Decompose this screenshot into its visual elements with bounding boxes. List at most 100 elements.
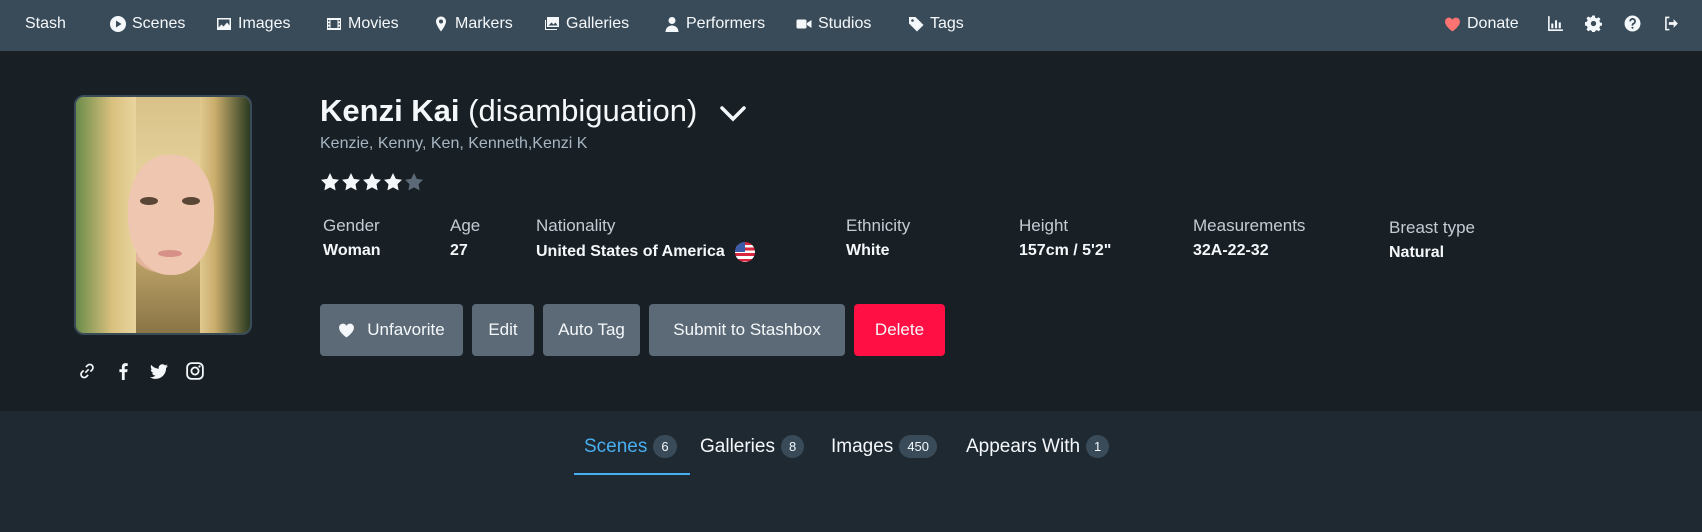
heart-icon <box>339 323 355 337</box>
play-circle-icon <box>110 16 126 32</box>
performer-header: Kenzi Kai (disambiguation) Kenzie, Kenny… <box>0 51 1702 411</box>
detail-key: Age <box>450 216 481 235</box>
detail-key: Measurements <box>1193 216 1306 235</box>
auto-tag-button[interactable]: Auto Tag <box>543 304 640 356</box>
nav-label: Studios <box>818 15 872 32</box>
nav-movies[interactable]: Movies <box>326 15 399 33</box>
star-filled-icon[interactable] <box>383 172 403 192</box>
nav-scenes[interactable]: Scenes <box>110 15 185 33</box>
nav-label: Galleries <box>566 15 630 32</box>
detail-height: Height 157cm / 5'2" <box>1019 216 1111 260</box>
stats-button[interactable] <box>1547 15 1564 32</box>
detail-key: Gender <box>323 216 380 235</box>
nav-galleries[interactable]: Galleries <box>544 15 629 33</box>
map-marker-icon <box>436 16 446 32</box>
image-mouth <box>158 250 182 257</box>
star-filled-icon[interactable] <box>362 172 382 192</box>
tab-count-badge: 450 <box>899 435 938 458</box>
nav-images[interactable]: Images <box>216 15 290 33</box>
donate-label: Donate <box>1467 15 1519 32</box>
detail-nationality: Nationality United States of America <box>536 216 755 262</box>
tab-appears-with[interactable]: Appears With 1 <box>966 435 1110 458</box>
star-filled-icon[interactable] <box>320 172 340 192</box>
star-filled-icon[interactable] <box>341 172 361 192</box>
performer-name-heading: Kenzi Kai (disambiguation) <box>320 93 746 131</box>
images-icon <box>545 17 559 30</box>
expand-details-button[interactable] <box>720 95 746 131</box>
performer-disambiguation: (disambiguation) <box>468 93 698 128</box>
detail-value: 157cm / 5'2" <box>1019 242 1112 259</box>
detail-key: Ethnicity <box>846 216 911 235</box>
image-face <box>128 155 214 275</box>
tab-count-badge: 8 <box>780 435 805 458</box>
tag-icon <box>909 17 924 32</box>
performer-image[interactable] <box>74 95 252 335</box>
nav-label: Movies <box>348 15 399 32</box>
nav-label: Scenes <box>132 15 186 32</box>
tab-images[interactable]: Images 450 <box>831 435 938 458</box>
image-eye-right <box>182 197 200 205</box>
tab-count-badge: 1 <box>1086 435 1110 458</box>
image-hair-left <box>76 97 136 333</box>
film-icon <box>327 18 341 30</box>
detail-key: Height <box>1019 216 1069 235</box>
performer-tabs: Scenes 6 Galleries 8 Images 450 Appears … <box>0 411 1702 532</box>
nav-label: Performers <box>686 15 766 32</box>
unfavorite-label: Unfavorite <box>367 320 445 339</box>
tab-label: Scenes <box>584 435 648 457</box>
tab-label: Galleries <box>700 435 775 457</box>
logout-icon <box>1665 16 1678 31</box>
nav-studios[interactable]: Studios <box>796 15 871 33</box>
stats-chart-icon <box>1548 16 1563 31</box>
settings-gear-icon <box>1585 15 1602 32</box>
detail-age: Age 27 <box>450 216 480 260</box>
facebook-icon[interactable] <box>114 362 132 380</box>
active-tab-indicator <box>574 473 690 475</box>
help-question-icon <box>1624 15 1641 32</box>
detail-gender: Gender Woman <box>323 216 380 260</box>
detail-value: Woman <box>323 242 381 259</box>
nav-markers[interactable]: Markers <box>433 15 513 33</box>
donate-link[interactable]: Donate <box>1444 15 1519 33</box>
video-icon <box>796 19 812 29</box>
detail-value: White <box>846 242 890 259</box>
image-icon <box>217 18 231 30</box>
nav-performers[interactable]: Performers <box>664 15 765 33</box>
detail-value: 32A-22-32 <box>1193 242 1269 259</box>
nav-label: Markers <box>455 15 513 32</box>
tab-scenes[interactable]: Scenes 6 <box>584 435 677 458</box>
image-eye-left <box>140 197 158 205</box>
star-empty-icon[interactable] <box>404 172 424 192</box>
edit-button[interactable]: Edit <box>472 304 534 356</box>
heart-icon <box>1445 17 1460 31</box>
detail-ethnicity: Ethnicity White <box>846 216 910 260</box>
settings-button[interactable] <box>1585 15 1602 32</box>
twitter-icon[interactable] <box>150 362 168 380</box>
tab-count-badge: 6 <box>653 435 677 458</box>
unfavorite-button[interactable]: Unfavorite <box>320 304 463 356</box>
tab-galleries[interactable]: Galleries 8 <box>700 435 805 458</box>
link-icon[interactable] <box>78 362 96 380</box>
nav-label: Images <box>238 15 291 32</box>
top-navbar: Stash Scenes Images Movies Markers Galle… <box>0 0 1702 51</box>
chevron-down-icon <box>720 106 746 122</box>
detail-key: Breast type <box>1389 218 1475 237</box>
nav-label: Tags <box>930 15 964 32</box>
detail-value-row: United States of America <box>536 242 755 262</box>
nav-tags[interactable]: Tags <box>908 15 964 33</box>
rating-stars[interactable] <box>320 172 424 192</box>
detail-key: Nationality <box>536 216 616 235</box>
submit-to-stashbox-button[interactable]: Submit to Stashbox <box>649 304 845 356</box>
user-icon <box>665 17 679 32</box>
us-flag-icon <box>734 242 755 262</box>
tab-label: Images <box>831 435 894 457</box>
detail-value: Natural <box>1389 244 1445 261</box>
brand-link[interactable]: Stash <box>25 15 66 33</box>
delete-button[interactable]: Delete <box>854 304 945 356</box>
instagram-icon[interactable] <box>186 362 204 380</box>
detail-measurements: Measurements 32A-22-32 <box>1193 216 1305 260</box>
logout-button[interactable] <box>1663 15 1680 32</box>
detail-breast-type: Breast type Natural <box>1389 218 1475 262</box>
help-button[interactable] <box>1624 15 1641 32</box>
tab-label: Appears With <box>966 435 1081 457</box>
